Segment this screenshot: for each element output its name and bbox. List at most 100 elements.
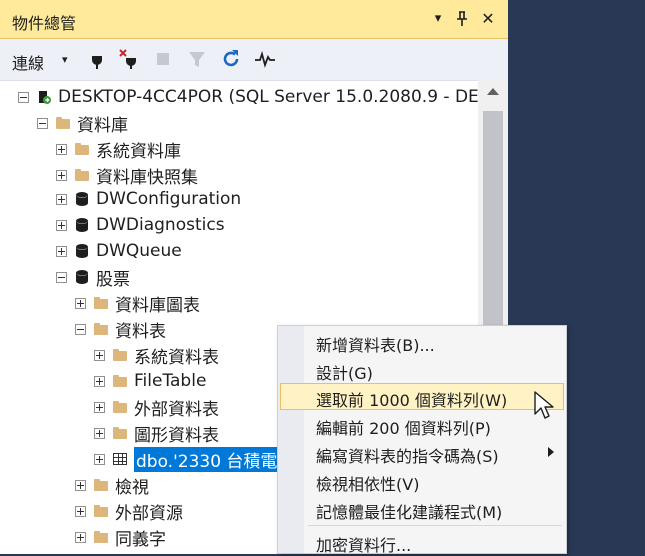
- tree-node-stock-db[interactable]: 股票: [56, 264, 130, 290]
- connect-button[interactable]: 連線: [12, 50, 44, 74]
- tree-node-graph-tables[interactable]: 圖形資料表: [94, 420, 219, 446]
- tree-node-label: 同義字: [115, 529, 166, 550]
- expand-toggle[interactable]: [56, 219, 67, 231]
- menu-item-label: 檢視相依性(V): [316, 475, 420, 494]
- tree-node-filetable[interactable]: FileTable: [94, 368, 206, 394]
- menu-item-label: 編寫資料表的指令碼為(S): [316, 447, 499, 466]
- expand-toggle[interactable]: [56, 169, 67, 181]
- tree-node-tables[interactable]: 資料表: [75, 316, 166, 342]
- folder-icon: [74, 167, 90, 183]
- tree-node-database-diagrams[interactable]: 資料庫圖表: [75, 290, 200, 316]
- tree-node-label: DWDiagnostics: [96, 215, 225, 235]
- folder-icon: [93, 529, 109, 545]
- menu-item-label: 加密資料行...: [316, 536, 412, 555]
- expand-toggle[interactable]: [94, 453, 105, 465]
- tree-node-label: DWConfiguration: [96, 189, 242, 209]
- folder-icon: [74, 141, 90, 157]
- database-icon: [74, 191, 90, 207]
- database-icon: [74, 217, 90, 233]
- pin-icon[interactable]: [452, 9, 472, 29]
- folder-icon: [93, 477, 109, 493]
- tree-node-selected-table[interactable]: dbo.'2330 台積電$': [94, 446, 295, 472]
- expand-toggle[interactable]: [94, 427, 105, 439]
- mouse-pointer-icon: [534, 391, 554, 419]
- folder-icon: [93, 321, 109, 337]
- menu-item-memory-optimization-advisor[interactable]: 記憶體最佳化建議程式(M): [280, 495, 564, 522]
- collapse-toggle[interactable]: [18, 91, 29, 103]
- expand-toggle[interactable]: [94, 375, 105, 387]
- collapse-toggle[interactable]: [75, 323, 86, 335]
- menu-item-label: 記憶體最佳化建議程式(M): [316, 503, 503, 522]
- tree-node-label: dbo.'2330 台積電$': [134, 446, 295, 472]
- menu-separator: [308, 525, 562, 526]
- connect-icon[interactable]: [86, 48, 108, 70]
- menu-item-label: 設計(G): [316, 364, 373, 383]
- tree-node-label: 資料庫快照集: [96, 167, 198, 188]
- collapse-toggle[interactable]: [37, 117, 48, 129]
- window-menu-icon[interactable]: ▾: [428, 9, 448, 29]
- tree-node-dwdiagnostics[interactable]: DWDiagnostics: [56, 212, 225, 238]
- filter-icon[interactable]: [186, 48, 208, 70]
- expand-toggle[interactable]: [56, 193, 67, 205]
- menu-item-script-table-as[interactable]: 編寫資料表的指令碼為(S): [280, 439, 564, 466]
- tree-node-label: 外部資料表: [134, 399, 219, 420]
- activity-monitor-icon[interactable]: [254, 48, 276, 70]
- tree-node-label: DESKTOP-4CC4POR (SQL Server 15.0.2080.9 …: [58, 87, 478, 107]
- expand-toggle[interactable]: [75, 531, 86, 543]
- tree-node-label: 檢視: [115, 477, 149, 498]
- tree-node-label: 資料庫: [77, 115, 128, 136]
- collapse-toggle[interactable]: [56, 271, 67, 283]
- tree-node-dwconfiguration[interactable]: DWConfiguration: [56, 186, 241, 212]
- menu-item-encrypt-columns[interactable]: 加密資料行...: [280, 528, 564, 555]
- tree-node-synonyms[interactable]: 同義字: [75, 524, 166, 550]
- folder-icon: [112, 347, 128, 363]
- tree-node-views[interactable]: 檢視: [75, 472, 149, 498]
- tree-node-dwqueue[interactable]: DWQueue: [56, 238, 182, 264]
- tree-node-label: 外部資源: [115, 503, 183, 524]
- expand-toggle[interactable]: [94, 349, 105, 361]
- database-icon: [74, 243, 90, 259]
- close-icon[interactable]: ✕: [478, 9, 498, 29]
- expand-toggle[interactable]: [75, 505, 86, 517]
- tree-node-server[interactable]: DESKTOP-4CC4POR (SQL Server 15.0.2080.9 …: [18, 84, 478, 110]
- tree-node-label: FileTable: [134, 371, 207, 391]
- server-icon: [36, 89, 52, 105]
- folder-icon: [93, 503, 109, 519]
- tree-node-label: 系統資料庫: [96, 141, 181, 162]
- folder-icon: [112, 425, 128, 441]
- folder-icon: [112, 373, 128, 389]
- tree-node-label: 圖形資料表: [134, 425, 219, 446]
- tree-node-external-resources[interactable]: 外部資源: [75, 498, 183, 524]
- menu-item-view-dependencies[interactable]: 檢視相依性(V): [280, 467, 564, 494]
- folder-icon: [93, 295, 109, 311]
- menu-item-edit-top-200[interactable]: 編輯前 200 個資料列(P): [280, 411, 564, 438]
- scroll-up-icon[interactable]: [486, 86, 500, 96]
- panel-title: 物件總管: [12, 14, 77, 33]
- disconnect-icon[interactable]: [118, 48, 140, 70]
- tree-node-label: DWQueue: [96, 241, 182, 261]
- tree-node-system-tables[interactable]: 系統資料表: [94, 342, 219, 368]
- expand-toggle[interactable]: [56, 143, 67, 155]
- expand-toggle[interactable]: [75, 479, 86, 491]
- table-icon: [112, 451, 128, 467]
- tree-node-label: 資料庫圖表: [115, 295, 200, 316]
- chevron-down-icon[interactable]: ▾: [62, 53, 68, 66]
- menu-item-label: 編輯前 200 個資料列(P): [316, 419, 491, 438]
- menu-item-select-top-1000[interactable]: 選取前 1000 個資料列(W): [280, 383, 564, 410]
- tree-node-label: 系統資料表: [134, 347, 219, 368]
- menu-item-label: 新增資料表(B)...: [316, 336, 435, 355]
- tree-node-external-tables[interactable]: 外部資料表: [94, 394, 219, 420]
- tree-node-label: 股票: [96, 269, 130, 290]
- toolbar: 連線 ▾: [0, 39, 508, 81]
- stop-icon[interactable]: [152, 48, 174, 70]
- tree-node-database-snapshots[interactable]: 資料庫快照集: [56, 162, 198, 188]
- tree-node-databases[interactable]: 資料庫: [37, 110, 128, 136]
- expand-toggle[interactable]: [56, 245, 67, 257]
- tree-node-system-databases[interactable]: 系統資料庫: [56, 136, 181, 162]
- refresh-icon[interactable]: [220, 48, 242, 70]
- expand-toggle[interactable]: [75, 297, 86, 309]
- menu-item-design[interactable]: 設計(G): [280, 356, 564, 383]
- expand-toggle[interactable]: [94, 401, 105, 413]
- submenu-arrow-icon: [548, 447, 554, 457]
- menu-item-new-table[interactable]: 新增資料表(B)...: [280, 328, 564, 355]
